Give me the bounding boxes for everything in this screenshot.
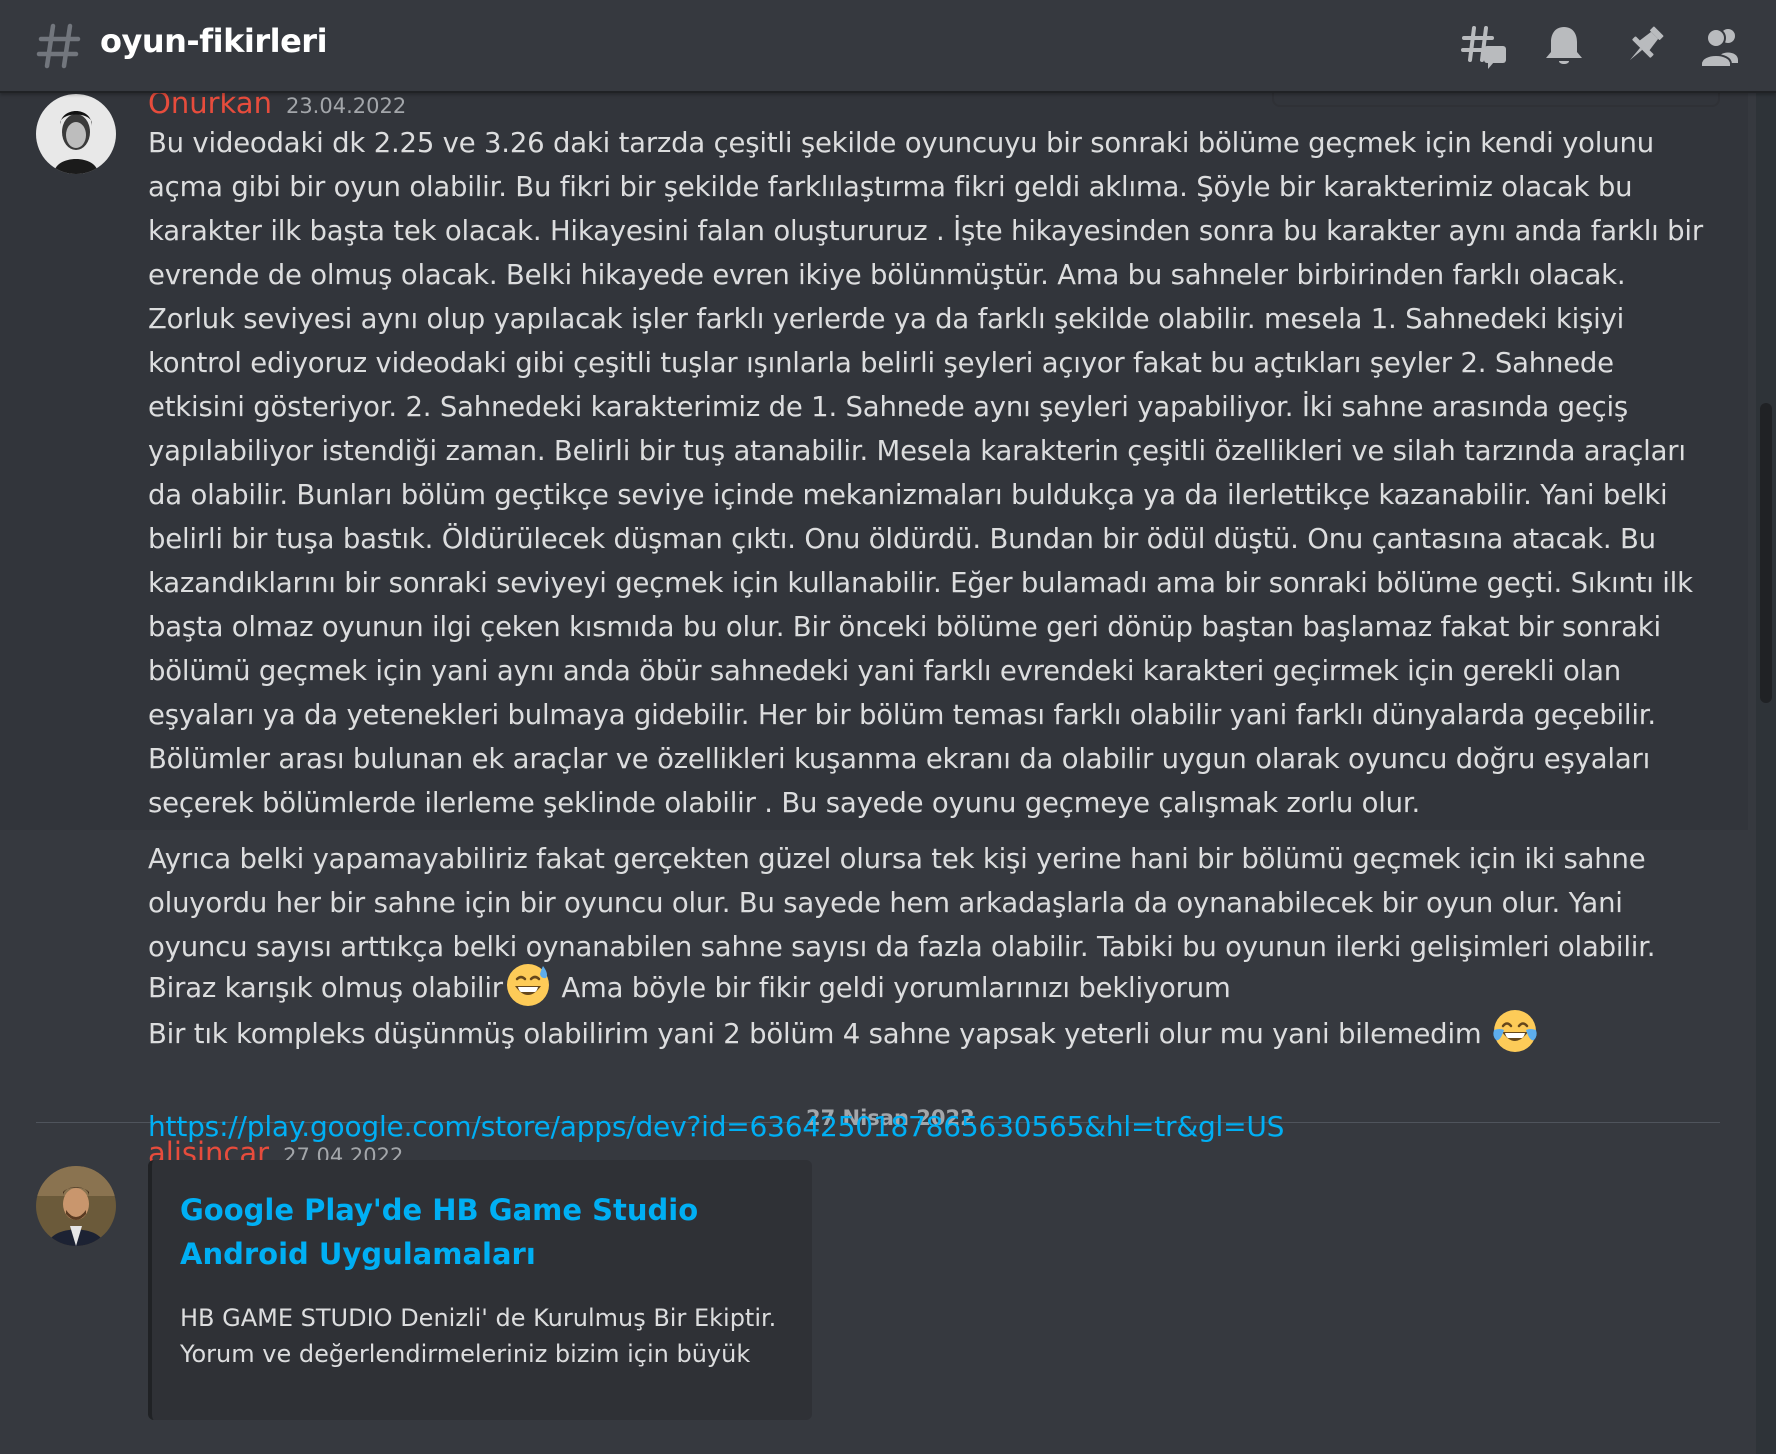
message-text: Ayrıca belki yapamayabiliriz fakat gerçe… — [148, 843, 1656, 963]
avatar[interactable] — [36, 94, 116, 174]
scrollbar[interactable] — [1756, 93, 1776, 1454]
channel-name: oyun-fikirleri — [100, 22, 328, 60]
message-link[interactable]: https://play.google.com/store/apps/dev?i… — [148, 1110, 1284, 1143]
message-list[interactable]: Onurkan 23.04.2022 Bu videodaki dk 2.25 v… — [0, 93, 1776, 1454]
message-header: Onurkan 23.04.2022 — [148, 93, 406, 120]
scrollbar-thumb[interactable] — [1760, 403, 1772, 703]
channel-header: oyun-fikirleri — [0, 0, 1776, 93]
sweat-smile-emoji-icon — [506, 964, 549, 1006]
link-embed: Google Play'de HB Game Studio Android Uy… — [148, 1160, 812, 1420]
message-text: Bu videodaki dk 2.25 ve 3.26 daki tarzda… — [148, 127, 1703, 819]
previous-embed-edge — [1272, 93, 1720, 107]
message-text: Bir tık kompleks düşünmüş olabilirim yan… — [148, 1010, 1708, 1056]
message-text-segment: Bir tık kompleks düşünmüş olabilirim yan… — [148, 1018, 1491, 1050]
joy-emoji-icon — [1493, 1010, 1537, 1052]
message-text-segment: Ama böyle bir fikir geldi yorumlarınızı … — [552, 972, 1231, 1004]
timestamp: 23.04.2022 — [285, 94, 407, 118]
embed-title[interactable]: Google Play'de HB Game Studio Android Uy… — [180, 1188, 780, 1276]
user-avatar-image — [36, 1166, 116, 1246]
embed-description: HB GAME STUDIO Denizli' de Kurulmuş Bir … — [180, 1304, 777, 1368]
username[interactable]: Onurkan — [148, 93, 272, 120]
members-icon[interactable] — [1698, 22, 1746, 70]
message-text-segment: Biraz karışık olmuş olabilir — [148, 972, 503, 1004]
message-text: Biraz karışık olmuş olabilir Ama böyle b… — [148, 964, 1708, 1010]
avatar[interactable] — [36, 1166, 116, 1246]
threads-icon[interactable] — [1460, 22, 1508, 70]
pin-icon[interactable] — [1620, 22, 1668, 70]
hash-icon — [36, 23, 81, 69]
user-avatar-image — [36, 94, 116, 174]
bell-icon[interactable] — [1540, 22, 1588, 70]
